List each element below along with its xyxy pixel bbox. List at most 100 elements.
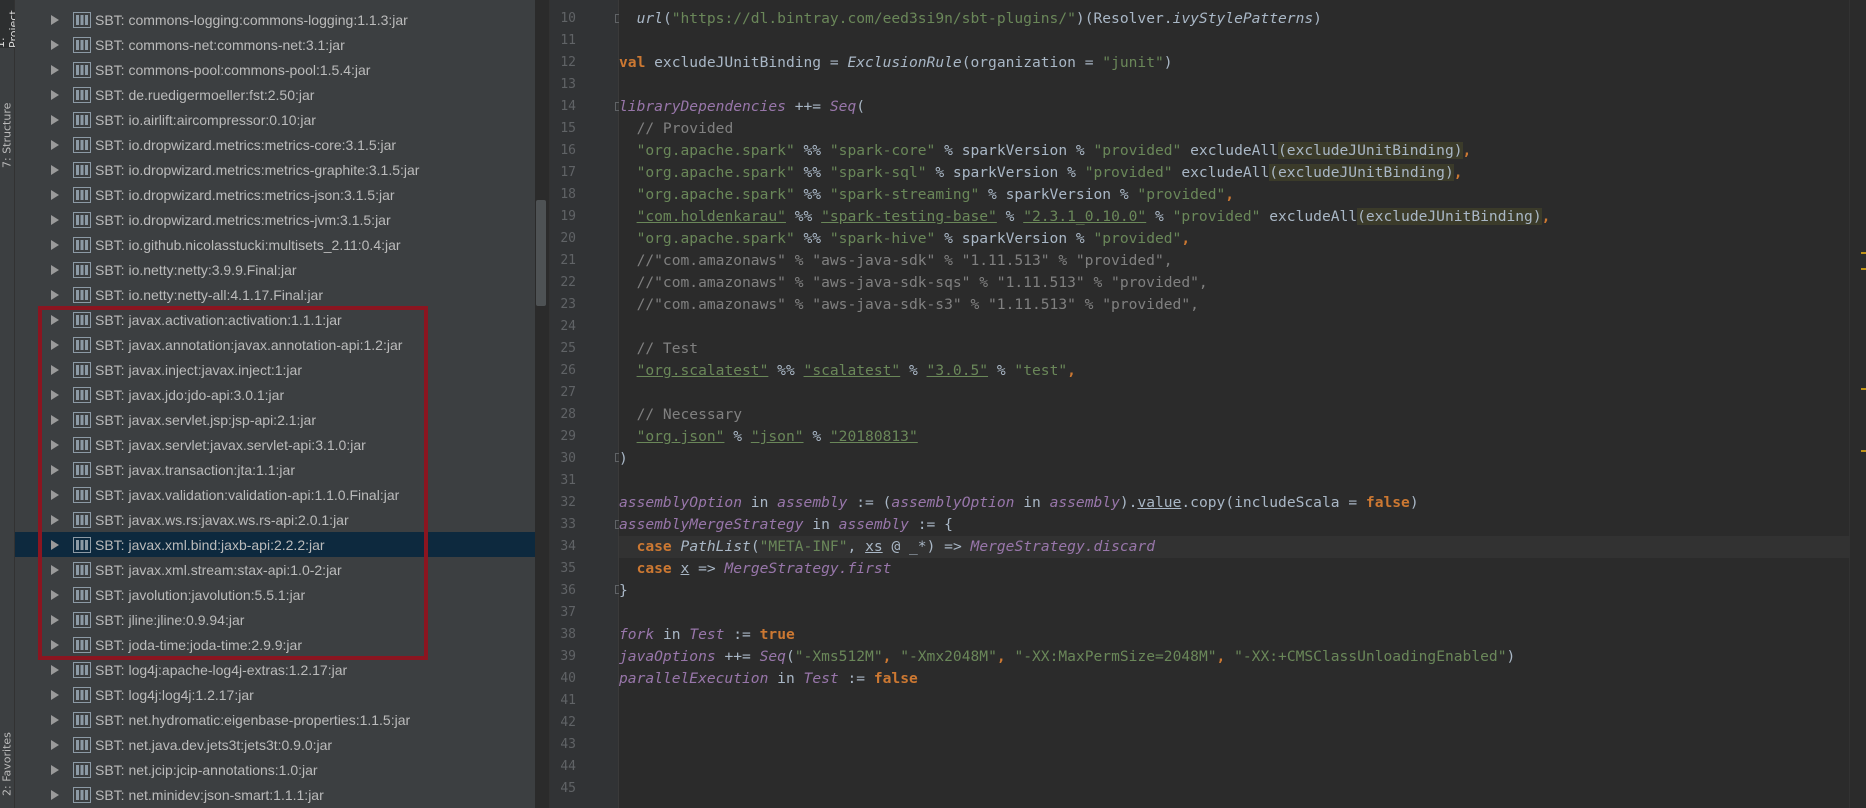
tool-tab-project[interactable]: 1: Project (0, 0, 20, 48)
tree-item[interactable]: SBT: commons-net:commons-net:3.1:jar (15, 32, 535, 57)
tree-item[interactable]: SBT: javax.servlet.jsp:jsp-api:2.1:jar (15, 407, 535, 432)
tree-item[interactable]: SBT: io.dropwizard.metrics:metrics-core:… (15, 132, 535, 157)
expand-arrow-icon[interactable] (48, 64, 60, 76)
expand-arrow-icon[interactable] (48, 414, 60, 426)
expand-arrow-icon[interactable] (48, 389, 60, 401)
error-stripe[interactable] (1849, 0, 1866, 808)
tree-item[interactable]: SBT: net.java.dev.jets3t:jets3t:0.9.0:ja… (15, 732, 535, 757)
line-number: 32 (560, 495, 576, 510)
project-tree[interactable]: SBT: commons-logging:commons-logging:1.1… (15, 0, 535, 808)
tree-item[interactable]: SBT: javolution:javolution:5.5.1:jar (15, 582, 535, 607)
tree-item[interactable]: SBT: io.dropwizard.metrics:metrics-graph… (15, 157, 535, 182)
expand-arrow-icon[interactable] (48, 14, 60, 26)
token: "-Xmx2048M" (900, 648, 997, 665)
tree-item[interactable]: SBT: log4j:log4j:1.2.17:jar (15, 682, 535, 707)
tree-item[interactable]: SBT: javax.transaction:jta:1.1:jar (15, 457, 535, 482)
expand-arrow-icon[interactable] (48, 464, 60, 476)
tree-item[interactable]: SBT: de.ruedigermoeller:fst:2.50:jar (15, 82, 535, 107)
expand-arrow-icon[interactable] (48, 239, 60, 251)
line-number: 34 (560, 539, 576, 554)
expand-arrow-icon[interactable] (48, 289, 60, 301)
tree-item[interactable]: SBT: javax.ws.rs:javax.ws.rs-api:2.0.1:j… (15, 507, 535, 532)
warning-marker[interactable] (1861, 268, 1866, 270)
token: (excludeJUnitBinding) (1357, 208, 1542, 225)
tree-item-label: SBT: net.java.dev.jets3t:jets3t:0.9.0:ja… (95, 736, 333, 753)
tree-item[interactable]: SBT: log4j:apache-log4j-extras:1.2.17:ja… (15, 657, 535, 682)
token: % (996, 208, 1024, 225)
tree-item[interactable]: SBT: joda-time:joda-time:2.9.9:jar (15, 632, 535, 657)
tool-tab-structure[interactable]: 7: Structure (0, 92, 14, 178)
tree-item[interactable]: SBT: io.airlift:aircompressor:0.10:jar (15, 107, 535, 132)
line-number-gutter: 10 11 12 13 14 15 16 17 18 19 20 21 22 23 24 25 26 27 28 29… (550, 0, 619, 808)
expand-arrow-icon[interactable] (48, 739, 60, 751)
token: , (1225, 186, 1235, 203)
tree-item[interactable]: SBT: io.netty:netty:3.9.9.Final:jar (15, 257, 535, 282)
tree-item[interactable]: SBT: io.dropwizard.metrics:metrics-jvm:3… (15, 207, 535, 232)
expand-arrow-icon[interactable] (48, 789, 60, 801)
tree-item[interactable]: SBT: javax.xml.stream:stax-api:1.0-2:jar (15, 557, 535, 582)
tree-item[interactable]: SBT: commons-pool:commons-pool:1.5.4:jar (15, 57, 535, 82)
library-icon (73, 536, 91, 553)
expand-arrow-icon[interactable] (48, 489, 60, 501)
token: //"com.amazonaws" % "aws-java-sdk-sqs" %… (636, 274, 1208, 291)
token: %% (794, 186, 830, 203)
expand-arrow-icon[interactable] (48, 614, 60, 626)
tree-item[interactable]: SBT: javax.servlet:javax.servlet-api:3.1… (15, 432, 535, 457)
tree-item[interactable]: SBT: jline:jline:0.9.94:jar (15, 607, 535, 632)
warning-marker[interactable] (1861, 252, 1866, 254)
code-line-39: javaOptions ++= Seq("-Xms512M", "-Xmx204… (619, 646, 1515, 668)
code-line-35: case x => MergeStrategy.first (619, 558, 892, 580)
code-editor[interactable]: url ("https://dl.bintray.com/eed3si9n/sbt… (619, 0, 1849, 808)
tree-item[interactable]: SBT: javax.validation:validation-api:1.1… (15, 482, 535, 507)
expand-arrow-icon[interactable] (48, 689, 60, 701)
expand-arrow-icon[interactable] (48, 514, 60, 526)
tree-item[interactable]: SBT: javax.activation:activation:1.1.1:j… (15, 307, 535, 332)
tree-item-label: SBT: log4j:apache-log4j-extras:1.2.17:ja… (95, 661, 348, 678)
expand-arrow-icon[interactable] (48, 439, 60, 451)
expand-arrow-icon[interactable] (48, 214, 60, 226)
warning-marker[interactable] (1861, 388, 1866, 390)
token: sparkVersion (952, 164, 1059, 181)
library-icon (73, 711, 91, 728)
expand-arrow-icon[interactable] (48, 639, 60, 651)
expand-arrow-icon[interactable] (48, 114, 60, 126)
token: "org.apache.spark" (636, 142, 795, 159)
expand-arrow-icon[interactable] (48, 589, 60, 601)
expand-arrow-icon[interactable] (48, 539, 60, 551)
expand-arrow-icon[interactable] (48, 164, 60, 176)
expand-arrow-icon[interactable] (48, 139, 60, 151)
code-line-21: //"com.amazonaws" % "aws-java-sdk" % "1.… (619, 250, 1173, 272)
library-icon (73, 61, 91, 78)
expand-arrow-icon[interactable] (48, 39, 60, 51)
tree-item[interactable]: SBT: net.hydromatic:eigenbase-properties… (15, 707, 535, 732)
expand-arrow-icon[interactable] (48, 364, 60, 376)
tree-item[interactable]: SBT: javax.xml.bind:jaxb-api:2.2.2:jar (15, 532, 535, 557)
expand-arrow-icon[interactable] (48, 314, 60, 326)
tree-item[interactable]: SBT: io.dropwizard.metrics:metrics-json:… (15, 182, 535, 207)
tree-item[interactable]: SBT: javax.jdo:jdo-api:3.0.1:jar (15, 382, 535, 407)
expand-arrow-icon[interactable] (48, 89, 60, 101)
tree-scrollbar-thumb[interactable] (536, 200, 546, 306)
tool-tab-favorites[interactable]: 2: Favorites (0, 720, 14, 808)
library-icon (73, 411, 91, 428)
tree-item[interactable]: SBT: commons-logging:commons-logging:1.1… (15, 7, 535, 32)
expand-arrow-icon[interactable] (48, 189, 60, 201)
expand-arrow-icon[interactable] (48, 264, 60, 276)
token: := { (908, 516, 953, 533)
tree-item[interactable]: SBT: io.github.nicolasstucki:multisets_2… (15, 232, 535, 257)
warning-marker[interactable] (1861, 450, 1866, 452)
line-number: 38 (560, 627, 576, 642)
library-icon (73, 636, 91, 653)
tree-item[interactable]: SBT: javax.inject:javax.inject:1:jar (15, 357, 535, 382)
tree-item[interactable]: SBT: javax.annotation:javax.annotation-a… (15, 332, 535, 357)
expand-arrow-icon[interactable] (48, 664, 60, 676)
library-icon (73, 111, 91, 128)
tree-item[interactable]: SBT: io.netty:netty-all:4.1.17.Final:jar (15, 282, 535, 307)
expand-arrow-icon[interactable] (48, 764, 60, 776)
tree-item[interactable]: SBT: net.jcip:jcip-annotations:1.0:jar (15, 757, 535, 782)
tree-item[interactable]: SBT: net.minidev:json-smart:1.1.1:jar (15, 782, 535, 807)
expand-arrow-icon[interactable] (48, 564, 60, 576)
expand-arrow-icon[interactable] (48, 339, 60, 351)
expand-arrow-icon[interactable] (48, 714, 60, 726)
line-number: 41 (560, 693, 576, 708)
